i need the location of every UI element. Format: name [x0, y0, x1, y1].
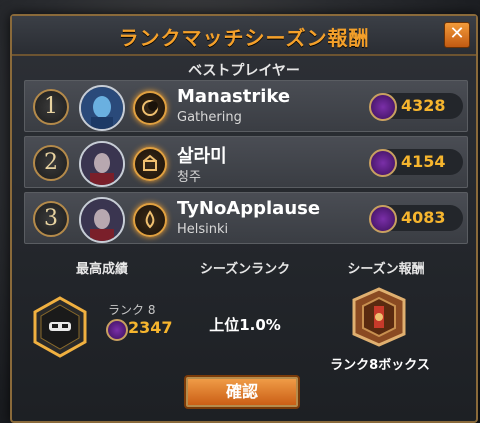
season-rank-heading: シーズンランク — [199, 262, 291, 277]
player-row: 3 TyNoApplause Helsinki 4083 — [24, 192, 468, 244]
player-avatar — [79, 197, 125, 243]
flame-emblem-icon — [133, 203, 167, 237]
rank-badge: 2 — [33, 145, 69, 181]
season-reward-dialog: ランクマッチシーズン報酬 ✕ ベストプレイヤー 1 Manastrike Gat… — [10, 14, 478, 423]
player-guild: 청주 — [177, 170, 201, 185]
close-button[interactable]: ✕ — [444, 22, 470, 48]
score-pill: 4328 — [369, 93, 463, 121]
dialog-titlebar: ランクマッチシーズン報酬 ✕ — [12, 16, 476, 56]
confirm-button[interactable]: 確認 — [184, 375, 300, 409]
player-name: Manastrike — [177, 86, 291, 107]
score-pill: 4154 — [369, 149, 463, 177]
rank-point-icon — [369, 93, 397, 121]
moon-emblem-icon — [133, 91, 167, 125]
player-name: TyNoApplause — [177, 198, 321, 219]
player-name: 살라미 — [177, 146, 227, 167]
best-players-heading: ベストプレイヤー — [188, 63, 300, 79]
player-guild: Helsinki — [177, 222, 229, 237]
rank-hexagon-icon — [32, 296, 88, 358]
rank-point-icon — [106, 319, 128, 341]
player-avatar — [79, 141, 125, 187]
player-row: 1 Manastrike Gathering 4328 — [24, 80, 468, 132]
best-record-heading: 最高成績 — [75, 262, 128, 277]
player-score: 4154 — [401, 152, 446, 171]
reward-box-label: ランク8ボックス — [330, 358, 430, 373]
rank-point-icon — [369, 149, 397, 177]
player-row: 2 살라미 청주 4154 — [24, 136, 468, 188]
reward-box-icon — [349, 286, 409, 348]
best-rank-label: ランク 8 — [108, 303, 156, 317]
rank-badge: 3 — [33, 201, 69, 237]
castle-emblem-icon — [133, 147, 167, 181]
player-score: 4328 — [401, 96, 446, 115]
dialog-title: ランクマッチシーズン報酬 — [118, 26, 370, 50]
season-reward-heading: シーズン報酬 — [347, 262, 425, 277]
rank-badge: 1 — [33, 89, 69, 125]
player-score: 4083 — [401, 208, 446, 227]
score-pill: 4083 — [369, 205, 463, 233]
player-avatar — [79, 85, 125, 131]
season-rank-value: 上位1.0% — [209, 316, 281, 334]
player-guild: Gathering — [177, 110, 242, 125]
rank-point-icon — [369, 205, 397, 233]
best-score: 2347 — [128, 318, 173, 337]
